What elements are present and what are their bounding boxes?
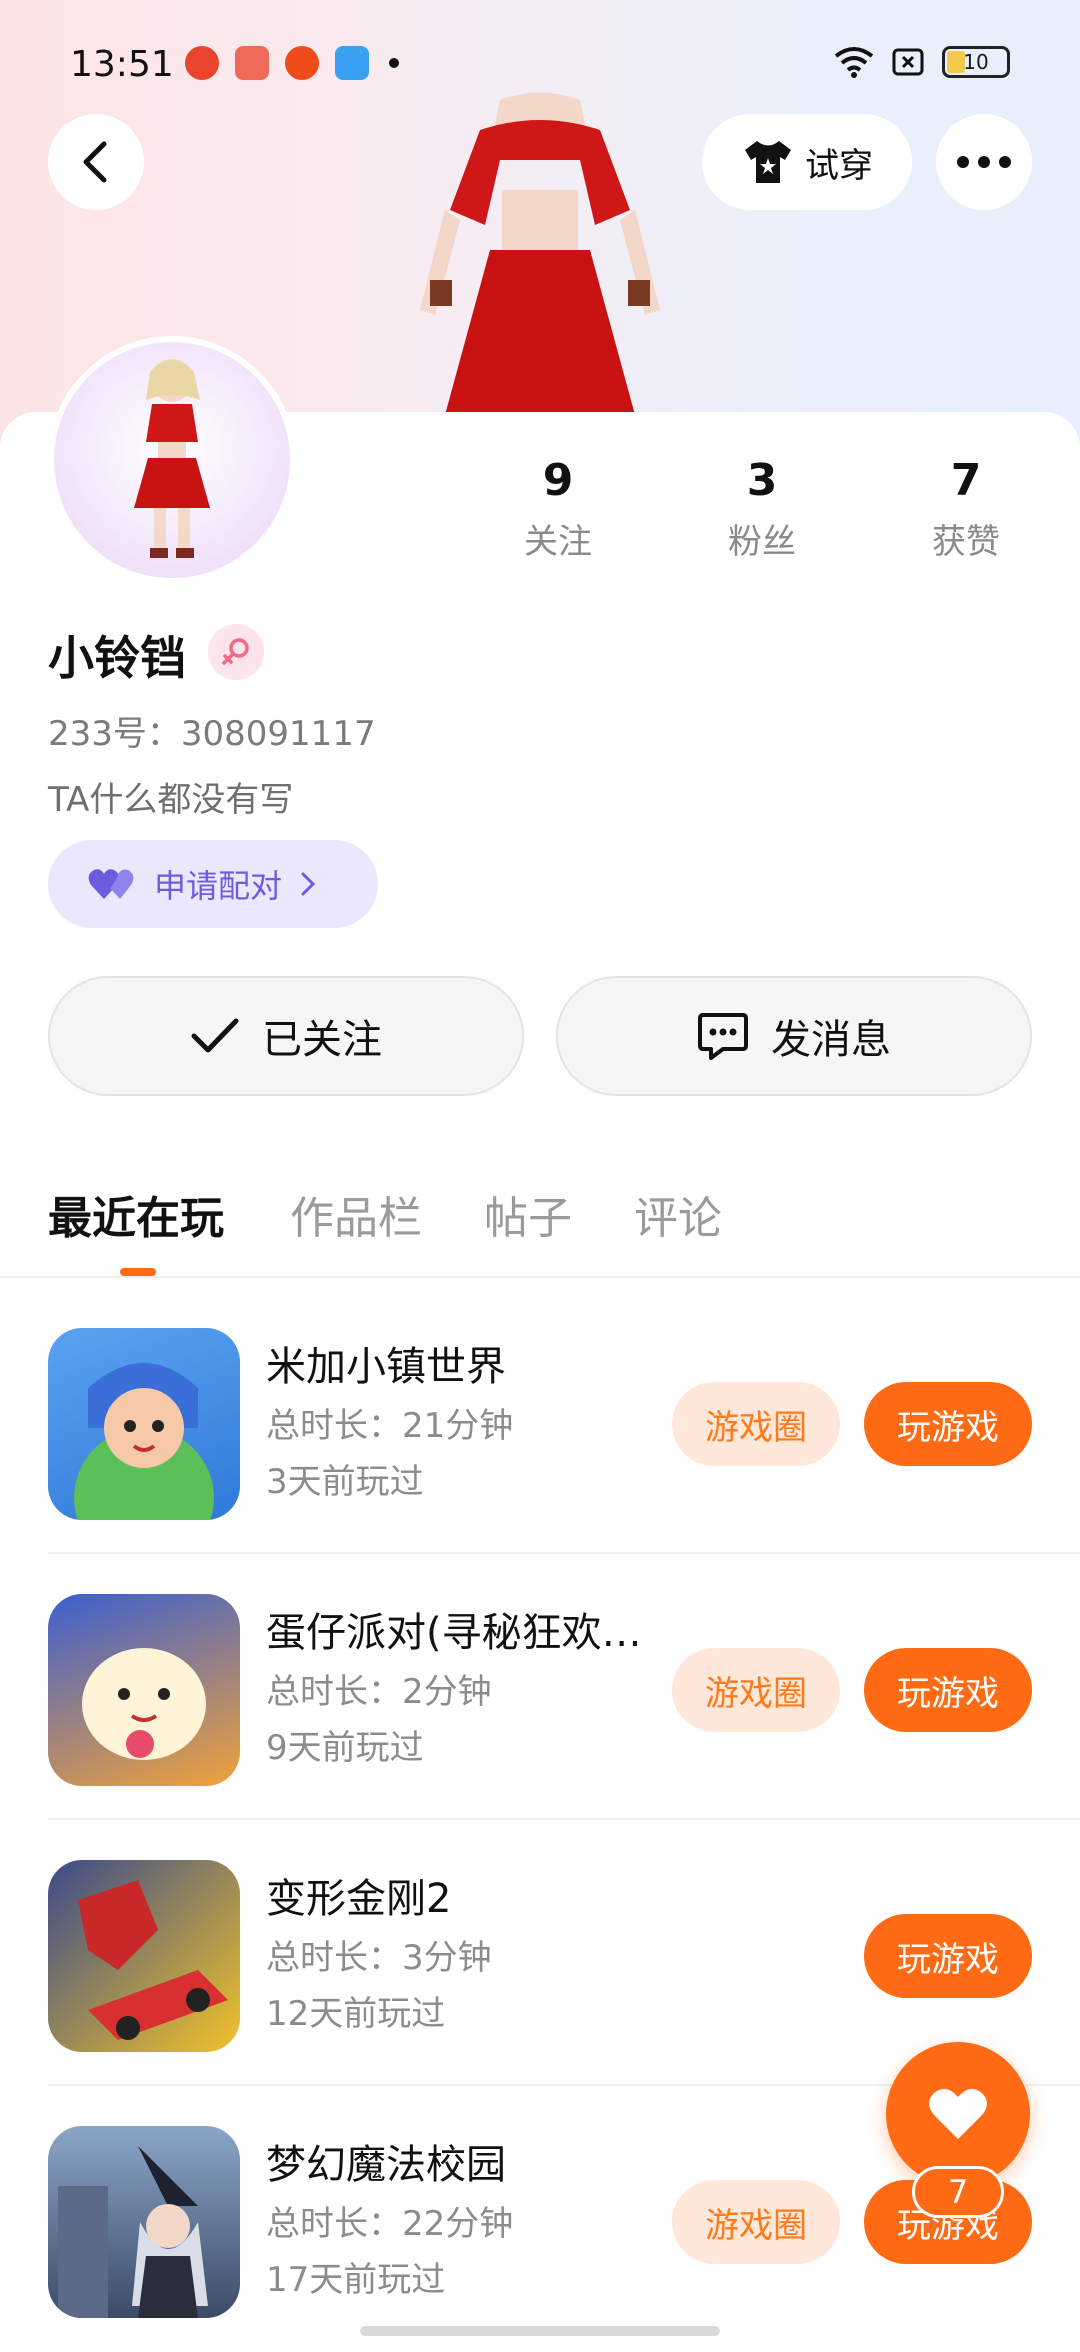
battery-level: 10: [963, 50, 989, 74]
message-bubble-icon: [698, 1013, 748, 1060]
stat-likes-value: 7: [950, 455, 982, 506]
try-on-button[interactable]: 试穿: [702, 114, 912, 210]
sim-icon: [892, 48, 924, 76]
game-last-played: 12天前玩过: [266, 1994, 446, 2034]
more-options-button[interactable]: [936, 114, 1032, 210]
list-item[interactable]: 米加小镇世界 总时长：21分钟 3天前玩过 游戏圈 玩游戏: [0, 1288, 1080, 1554]
followed-label: 已关注: [262, 1017, 382, 1063]
stat-following-value: 9: [542, 455, 574, 506]
game-duration: 总时长：3分钟: [266, 1938, 492, 1978]
back-button[interactable]: [48, 114, 144, 210]
stat-following-label: 关注: [524, 522, 592, 562]
profile-uid: 233号：308091117: [48, 714, 376, 754]
send-message-button[interactable]: 发消息: [556, 976, 1032, 1096]
app-notification-icon: [285, 46, 319, 80]
game-last-played: 17天前玩过: [266, 2260, 446, 2300]
tab-posts[interactable]: 帖子: [484, 1182, 572, 1246]
game-title: 变形金刚2: [266, 1876, 452, 1922]
status-time: 13:51: [70, 44, 174, 85]
check-icon: [191, 1018, 239, 1053]
active-tab-indicator: [120, 1268, 156, 1276]
profile-bio: TA什么都没有写: [48, 780, 294, 820]
game-title: 米加小镇世界: [266, 1344, 506, 1390]
play-game-button[interactable]: 玩游戏: [864, 1648, 1032, 1732]
stat-followers[interactable]: 3 粉丝: [682, 455, 842, 563]
request-pair-button[interactable]: 申请配对: [48, 840, 378, 928]
game-icon-eggy-party: [48, 1594, 240, 1786]
game-title: 梦幻魔法校园: [266, 2142, 506, 2188]
try-on-label: 试穿: [805, 145, 873, 186]
tshirt-icon: [745, 141, 791, 183]
heart-icon: [929, 2088, 987, 2139]
tab-recently-played[interactable]: 最近在玩: [48, 1182, 224, 1246]
game-circle-button[interactable]: 游戏圈: [672, 1382, 840, 1466]
home-indicator[interactable]: [360, 2326, 720, 2336]
status-bar: 13:51 10: [0, 0, 1080, 130]
game-icon-miga: [48, 1328, 240, 1520]
female-gender-icon: [208, 624, 264, 680]
game-duration: 总时长：2分钟: [266, 1672, 492, 1712]
notification-icons: [185, 46, 399, 80]
chevron-right-icon: [301, 872, 316, 896]
app-notification-icon: [185, 46, 219, 80]
more-notifications-dot: [389, 58, 399, 68]
wifi-icon: [834, 47, 874, 78]
stat-following[interactable]: 9 关注: [478, 455, 638, 563]
list-item[interactable]: 蛋仔派对(寻秘狂欢… 总时长：2分钟 9天前玩过 游戏圈 玩游戏: [0, 1554, 1080, 1820]
stat-likes-label: 获赞: [932, 522, 1000, 562]
play-game-button[interactable]: 玩游戏: [864, 1382, 1032, 1466]
profile-tabs: 最近在玩 作品栏 帖子 评论: [0, 1172, 1080, 1278]
game-last-played: 9天前玩过: [266, 1728, 424, 1768]
app-notification-icon: [335, 46, 369, 80]
system-icons: 10: [834, 46, 1010, 78]
like-count-badge: 7: [912, 2166, 1004, 2218]
like-fab-button[interactable]: [886, 2042, 1030, 2186]
chevron-left-icon: [83, 141, 107, 183]
profile-name: 小铃铛: [48, 631, 186, 685]
avatar[interactable]: [48, 336, 296, 584]
play-game-button[interactable]: 玩游戏: [864, 1914, 1032, 1998]
game-circle-button[interactable]: 游戏圈: [672, 2180, 840, 2264]
game-icon-transformers: [48, 1860, 240, 2052]
stat-followers-label: 粉丝: [728, 522, 796, 562]
list-item[interactable]: 变形金刚2 总时长：3分钟 12天前玩过 玩游戏: [0, 1820, 1080, 2086]
game-title: 蛋仔派对(寻秘狂欢…: [266, 1610, 642, 1656]
tab-works[interactable]: 作品栏: [290, 1182, 422, 1246]
send-message-label: 发消息: [771, 1017, 891, 1063]
game-last-played: 3天前玩过: [266, 1462, 424, 1502]
game-circle-button[interactable]: 游戏圈: [672, 1648, 840, 1732]
stat-likes[interactable]: 7 获赞: [886, 455, 1046, 563]
double-heart-icon: [88, 869, 134, 899]
game-notification-icon: [235, 46, 269, 80]
followed-button[interactable]: 已关注: [48, 976, 524, 1096]
tab-comments[interactable]: 评论: [634, 1182, 722, 1246]
request-pair-label: 申请配对: [154, 867, 283, 905]
stat-followers-value: 3: [746, 455, 778, 506]
avatar-figure: [134, 359, 210, 558]
game-duration: 总时长：22分钟: [266, 2204, 514, 2244]
more-dots-icon: [957, 156, 1011, 168]
game-duration: 总时长：21分钟: [266, 1406, 514, 1446]
battery-icon: 10: [942, 46, 1010, 78]
game-icon-magic-academy: [48, 2126, 240, 2318]
